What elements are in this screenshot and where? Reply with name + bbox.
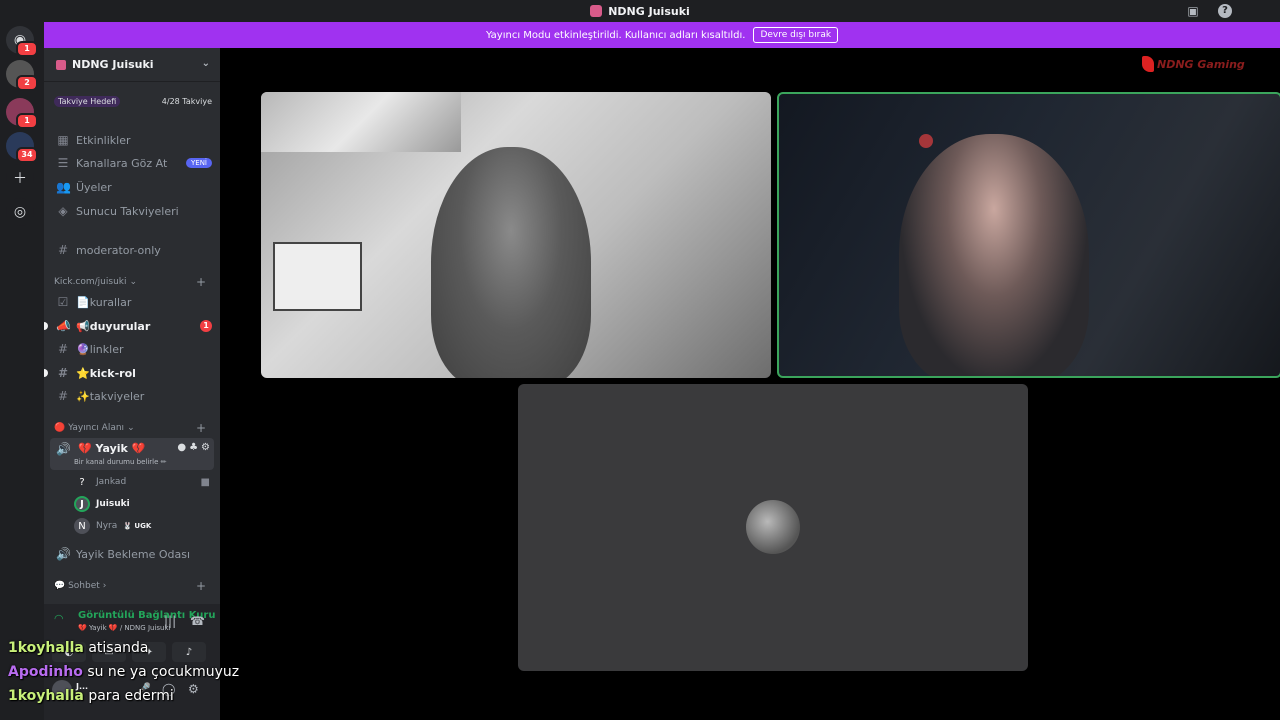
mention-badge: 1 xyxy=(16,41,38,57)
avatar: J xyxy=(74,496,90,512)
chevron-down-icon: ⌄ xyxy=(127,423,135,433)
voice-member[interactable]: N Nyra 🐰 UGK xyxy=(74,517,204,535)
nav-members[interactable]: 👥 Üyeler xyxy=(52,177,212,197)
stream-chat-overlay: 1koyhalla atisanda Apodinho su ne ya çoc… xyxy=(8,638,268,710)
hash-icon: # xyxy=(57,389,69,403)
discover-icon[interactable]: ◎ xyxy=(6,198,34,226)
room-light xyxy=(919,134,933,148)
chat-message: 1koyhalla para edermi xyxy=(8,688,174,704)
avatar: N xyxy=(74,518,90,534)
nav-events[interactable]: ▦ Etkinlikler xyxy=(52,130,212,150)
guild-icon xyxy=(56,59,66,70)
hash-icon: # xyxy=(57,366,69,380)
mention-badge: 2 xyxy=(16,75,38,91)
guild-header[interactable]: NDNG Juisuki ⌄ xyxy=(44,48,220,82)
channel-waiting-room[interactable]: 🔊 Yayik Bekleme Odası xyxy=(52,544,212,564)
banner-text: Yayıncı Modu etkinleştirildi. Kullanıcı … xyxy=(485,29,746,41)
server-avatar-2[interactable]: 1 xyxy=(6,98,38,129)
nav-server-boosts[interactable]: ◈ Sunucu Takviyeleri xyxy=(52,201,212,221)
room-furniture xyxy=(273,242,362,311)
channel-links[interactable]: # 🔮linkler xyxy=(52,339,212,359)
channel-sidebar: NDNG Juisuki ⌄ Takviye Hedefi 4/28 Takvi… xyxy=(44,48,220,720)
server-avatar-3[interactable]: 34 xyxy=(6,132,38,163)
guild-name: NDNG Juisuki xyxy=(72,58,154,71)
hash-icon: # xyxy=(57,342,69,356)
unread-indicator xyxy=(44,369,48,377)
channel-moderator-only[interactable]: # moderator-only xyxy=(52,240,212,260)
chevron-right-icon: › xyxy=(102,581,107,591)
camera-icon: ■ xyxy=(200,476,210,488)
streamer-mode-banner: Yayıncı Modu etkinleştirildi. Kullanıcı … xyxy=(44,22,1280,48)
title-bar: NDNG Juisuki ▣ ? xyxy=(0,0,1280,22)
new-badge: YENİ xyxy=(186,158,212,168)
chevron-down-icon: ⌄ xyxy=(129,277,138,287)
nav-browse-channels[interactable]: ☰ Kanallara Göz At YENİ xyxy=(52,153,212,173)
channel-rules[interactable]: ☑ 📄kurallar xyxy=(52,292,212,312)
chat-message: 1koyhalla atisanda xyxy=(8,640,149,656)
video-tile-3-no-camera[interactable] xyxy=(518,384,1028,671)
chat-message: Apodinho su ne ya çocukmuyuz xyxy=(8,664,240,680)
brand-logo: NDNG Gaming xyxy=(1142,56,1245,72)
window-title: NDNG Juisuki xyxy=(590,5,690,18)
video-stage: NDNG Gaming xyxy=(220,48,1280,720)
megaphone-icon: 📣 xyxy=(56,319,71,333)
hash-icon: # xyxy=(57,243,69,257)
member-tag: 🐰 UGK xyxy=(123,522,152,530)
help-icon[interactable]: ? xyxy=(1218,4,1232,18)
server-icon xyxy=(590,5,603,17)
chevron-down-icon[interactable]: ⌄ xyxy=(202,58,210,69)
gear-icon[interactable]: ⚙ xyxy=(201,442,210,453)
screen-share-icon[interactable]: ▣ xyxy=(1186,4,1200,18)
participant-avatar xyxy=(746,500,800,554)
server-rail: ◉ 1 2 1 34 ＋ ◎ xyxy=(0,22,44,720)
members-icon: 👥 xyxy=(56,180,71,194)
boost-icon: ◈ xyxy=(58,204,68,218)
category-streamer-area[interactable]: 🔴 Yayıncı Alanı ⌄ + xyxy=(54,421,206,435)
invite-icon[interactable]: ♣ xyxy=(189,442,198,453)
unread-indicator xyxy=(44,322,48,330)
category-kick[interactable]: Kick.com/juisuki ⌄ + xyxy=(54,275,206,289)
connection-channel: 💔 Yayik 💔 / NDNG Juisuki xyxy=(78,624,171,632)
chat-bubble-icon[interactable]: ● xyxy=(177,442,186,453)
calendar-icon: ▦ xyxy=(57,133,69,147)
voice-channel-active[interactable]: 🔊 💔 Yayik 💔 Bir kanal durumu belirle ✏ ●… xyxy=(50,438,214,470)
disconnect-icon[interactable]: ☎ xyxy=(190,614,205,628)
logo-mark xyxy=(1142,56,1154,72)
voice-member[interactable]: ? Jankad ■ xyxy=(74,473,210,491)
channel-boosts[interactable]: # ✨takviyeler xyxy=(52,386,212,406)
avatar: ? xyxy=(79,476,85,488)
disable-streamer-mode-button[interactable]: Devre dışı bırak xyxy=(753,27,839,43)
boost-progress: 4/28 Takviye xyxy=(161,96,212,106)
unread-badge: 1 xyxy=(200,320,212,332)
room-decor xyxy=(261,92,461,152)
mention-badge: 1 xyxy=(16,113,38,129)
signal-icon: ◠ xyxy=(54,612,64,625)
rules-icon: ☑ xyxy=(57,295,69,309)
channel-kick-role[interactable]: # ⭐kick-rol xyxy=(52,363,212,383)
voice-member[interactable]: J Juisuki xyxy=(74,495,204,513)
voice-channel-actions: ● ♣ ⚙ xyxy=(177,442,210,453)
boost-goal[interactable]: Takviye Hedefi 4/28 Takviye xyxy=(54,94,212,108)
add-channel-icon[interactable]: + xyxy=(196,421,206,435)
category-chat[interactable]: 💬 Sohbet › + xyxy=(54,579,206,593)
participant-video xyxy=(899,134,1089,376)
server-avatar-1[interactable]: 2 xyxy=(6,60,38,91)
browse-icon: ☰ xyxy=(57,156,69,170)
channel-announcements[interactable]: 📣 📢duyurular 1 xyxy=(52,316,212,336)
add-channel-icon[interactable]: + xyxy=(196,579,206,593)
speaker-icon: 🔊 xyxy=(56,547,71,561)
speaker-icon: 🔊 xyxy=(56,442,71,456)
boost-goal-label: Takviye Hedefi xyxy=(54,95,121,107)
mention-badge: 34 xyxy=(16,147,38,163)
add-channel-icon[interactable]: + xyxy=(196,275,206,289)
video-tile-2-speaking[interactable] xyxy=(777,92,1280,378)
add-server-icon[interactable]: ＋ xyxy=(6,164,34,192)
video-tile-1[interactable] xyxy=(261,92,771,378)
noise-suppression-icon[interactable]: ||| xyxy=(164,614,176,628)
discord-home-icon[interactable]: ◉ 1 xyxy=(6,26,38,57)
participant-video xyxy=(431,147,591,378)
